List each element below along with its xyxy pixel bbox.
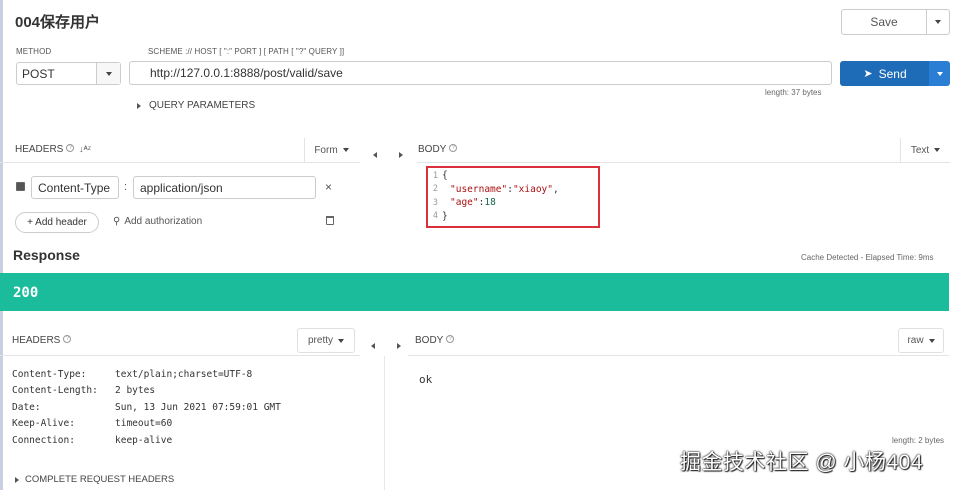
divider xyxy=(417,162,950,163)
body-mode-select[interactable]: Text xyxy=(900,138,950,162)
header-value-input[interactable]: application/json xyxy=(133,176,316,199)
divider xyxy=(0,355,360,356)
send-button-label: Send xyxy=(878,66,907,81)
method-label: METHOD xyxy=(16,47,52,56)
header-colon: : xyxy=(124,181,128,193)
response-header-row: Keep-Alive: timeout=60 xyxy=(12,418,173,430)
status-code: 200 xyxy=(13,285,39,301)
response-header-row: Connection: keep-alive xyxy=(12,434,173,446)
response-headers-list: Content-Type: text/plain;charset=UTF-8 Co… xyxy=(12,366,352,449)
chevron-down-icon xyxy=(105,71,112,76)
help-icon: ? xyxy=(66,144,75,152)
request-headers-label: HEADERS? ↓ᴬᶻ xyxy=(15,144,91,155)
response-body-label: BODY? xyxy=(415,335,455,346)
send-icon: ➤ xyxy=(863,68,873,80)
caret-right-icon xyxy=(399,152,403,158)
caret-right-icon xyxy=(397,343,401,349)
header-enabled-checkbox[interactable] xyxy=(16,182,25,191)
remove-header-icon[interactable]: × xyxy=(325,180,332,194)
collapse-right-button[interactable] xyxy=(399,145,403,163)
request-title[interactable]: 004保存用户 xyxy=(15,11,100,32)
cache-info: Cache Detected - Elapsed Time: 9ms xyxy=(801,253,934,262)
response-body-mode-select[interactable]: raw xyxy=(898,328,944,353)
response-length: length: 2 bytes xyxy=(892,436,945,445)
left-edge-bar xyxy=(0,0,3,490)
code-line: 2 "username": "xiaoy", xyxy=(432,183,559,195)
chevron-down-icon xyxy=(342,148,349,152)
collapse-right-button[interactable] xyxy=(397,336,401,354)
divider xyxy=(408,355,949,356)
method-value: POST xyxy=(22,66,55,81)
request-body-label: BODY? xyxy=(418,144,458,155)
help-icon: ? xyxy=(63,335,72,343)
key-icon: ⚲ xyxy=(113,216,121,227)
add-authorization-link[interactable]: ⚲ Add authorization xyxy=(113,216,202,227)
save-button[interactable]: Save xyxy=(841,9,927,35)
method-select[interactable]: POST xyxy=(16,62,121,85)
chevron-down-icon xyxy=(928,338,935,343)
help-icon: ? xyxy=(449,144,458,152)
sort-icon[interactable]: ↓ᴬᶻ xyxy=(79,144,91,154)
chevron-down-icon xyxy=(934,148,941,152)
url-hint-label: SCHEME :// HOST [ ":" PORT ] [ PATH [ "?… xyxy=(148,47,345,56)
save-button-label: Save xyxy=(870,15,898,29)
url-input[interactable]: http://127.0.0.1:8888/post/valid/save xyxy=(129,61,832,85)
response-title: Response xyxy=(13,247,80,263)
trash-icon[interactable] xyxy=(326,216,334,225)
response-header-row: Content-Type: text/plain;charset=UTF-8 xyxy=(12,368,253,380)
chevron-down-icon xyxy=(935,20,941,24)
response-header-row: Content-Length: 2 bytes xyxy=(12,385,156,397)
chevron-down-icon xyxy=(936,71,943,76)
complete-request-headers-toggle[interactable]: COMPLETE REQUEST HEADERS xyxy=(15,474,174,485)
caret-right-icon xyxy=(137,102,141,109)
header-name-input[interactable]: Content-Type xyxy=(31,176,119,199)
request-length: length: 37 bytes xyxy=(765,88,822,97)
headers-mode-select[interactable]: Form xyxy=(304,138,358,162)
caret-right-icon xyxy=(15,476,19,483)
response-headers-label: HEADERS? xyxy=(12,335,72,346)
help-icon: ? xyxy=(446,335,455,343)
code-line: 1{ xyxy=(432,170,448,182)
code-line: 3 "age":18 xyxy=(432,197,496,209)
caret-left-icon xyxy=(371,343,375,349)
request-body-editor[interactable]: 1{ 2 "username": "xiaoy", 3 "age":18 4} xyxy=(426,166,600,228)
vertical-divider xyxy=(384,356,385,490)
caret-left-icon xyxy=(373,152,377,158)
watermark: 掘金技术社区 @ 小杨404 xyxy=(680,451,924,474)
query-parameters-toggle[interactable]: QUERY PARAMETERS xyxy=(137,100,255,111)
response-header-row: Date: Sun, 13 Jun 2021 07:59:01 GMT xyxy=(12,401,281,413)
collapse-left-button[interactable] xyxy=(373,145,377,163)
response-headers-mode-select[interactable]: pretty xyxy=(297,328,355,353)
status-bar xyxy=(0,273,949,311)
chevron-down-icon xyxy=(338,338,344,343)
send-button[interactable]: ➤ Send xyxy=(840,61,930,86)
add-header-button[interactable]: + Add header xyxy=(15,212,99,233)
method-dropdown-toggle[interactable] xyxy=(96,63,120,84)
response-body-content: ok xyxy=(419,373,433,386)
send-dropdown-button[interactable] xyxy=(929,61,950,86)
collapse-left-button[interactable] xyxy=(371,336,375,354)
divider xyxy=(0,162,360,163)
save-dropdown-button[interactable] xyxy=(926,9,950,35)
code-line: 4} xyxy=(432,210,448,222)
query-parameters-label: QUERY PARAMETERS xyxy=(149,100,256,111)
